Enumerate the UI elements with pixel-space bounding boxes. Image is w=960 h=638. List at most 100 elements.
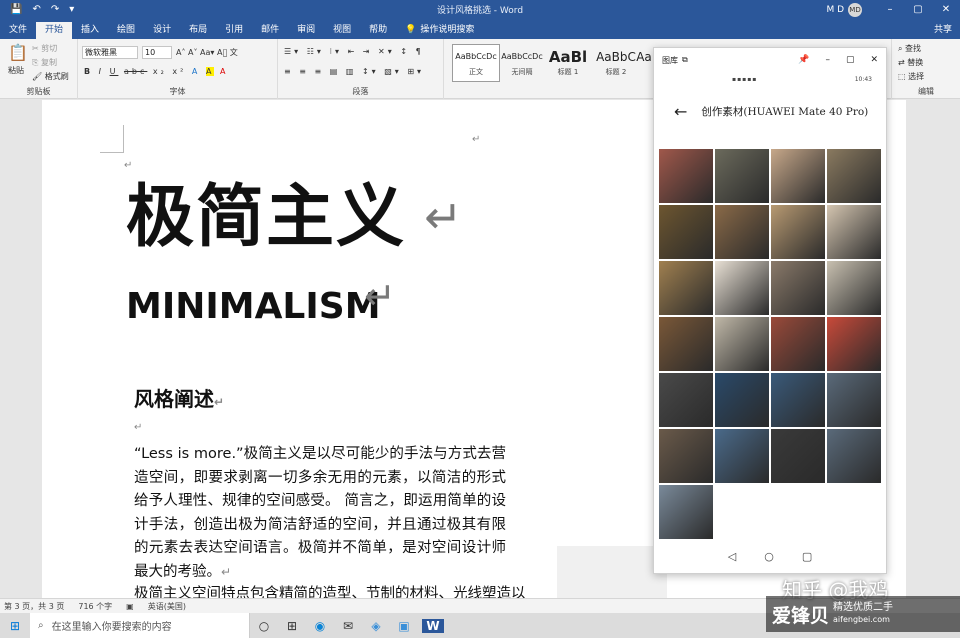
photo-thumbnail[interactable] (827, 317, 881, 371)
minimize-button[interactable]: – (876, 4, 904, 15)
share-button[interactable]: 共享 (934, 22, 952, 35)
mail-icon[interactable]: ✉ (334, 619, 362, 633)
superscript-button[interactable]: x² (172, 67, 186, 76)
font-name-select[interactable]: 微软雅黑 (82, 46, 138, 59)
photo-thumbnail[interactable] (659, 429, 713, 483)
photo-thumbnail[interactable] (659, 373, 713, 427)
paste-button[interactable]: 粘贴 (8, 65, 24, 76)
pin-icon[interactable]: 📌 (798, 55, 809, 65)
cut-button[interactable]: ✂ 剪切 (32, 43, 57, 54)
strikethrough-button[interactable]: abc (124, 67, 147, 76)
photo-thumbnail[interactable] (771, 205, 825, 259)
nav-home-icon[interactable]: ○ (764, 550, 774, 563)
highlight-button[interactable]: A (205, 67, 215, 76)
taskbar-search[interactable]: ⌕ 在这里输入你要搜索的内容 (30, 613, 250, 638)
proofing-icon[interactable]: ▣ (126, 602, 134, 611)
find-button[interactable]: ⌕ 查找 (898, 43, 921, 54)
nav-back-icon[interactable]: ◁ (728, 550, 736, 563)
photo-thumbnail[interactable] (827, 429, 881, 483)
tab-file[interactable]: 文件 (0, 22, 36, 39)
tab-references[interactable]: 引用 (216, 22, 252, 39)
photo-thumbnail[interactable] (715, 149, 769, 203)
photo-thumbnail[interactable] (715, 205, 769, 259)
maximize-button[interactable]: ▢ (904, 4, 932, 15)
bold-button[interactable]: B (84, 67, 93, 76)
undo-icon[interactable]: ↶ (32, 4, 40, 15)
format-painter-button[interactable]: 🖌 格式刷 (32, 71, 69, 82)
tab-layout[interactable]: 布局 (180, 22, 216, 39)
italic-button[interactable]: I (99, 67, 104, 76)
lightbulb-icon: 💡 (405, 25, 417, 35)
list-buttons[interactable]: ☰▾ ☷▾ ⁝▾ ⇤ ⇥ ✕▾ ↕ ¶ (284, 47, 424, 56)
customize-qat-icon[interactable]: ▾ (69, 4, 74, 15)
photo-thumbnail[interactable] (827, 373, 881, 427)
font-color-button[interactable]: A (220, 67, 228, 76)
font-size-select[interactable]: 10 (142, 46, 172, 59)
photo-thumbnail[interactable] (659, 485, 713, 539)
font-format-buttons[interactable]: B I U abc x₂ x² A A A (84, 67, 228, 76)
word-icon[interactable]: W (422, 618, 444, 633)
photo-thumbnail[interactable] (827, 261, 881, 315)
photo-thumbnail[interactable] (771, 429, 825, 483)
tab-help[interactable]: 帮助 (360, 22, 396, 39)
back-arrow-icon[interactable]: ← (674, 102, 687, 121)
tab-mailings[interactable]: 邮件 (252, 22, 288, 39)
photo-thumbnail[interactable] (771, 373, 825, 427)
gallery-window[interactable]: 图库 ⧉ 📌 – ▢ ✕ ▪▪▪▪▪ 10:43 ← 创作素材(HUAWEI M… (653, 47, 887, 574)
redo-icon[interactable]: ↷ (51, 4, 59, 15)
nav-recents-icon[interactable]: ▢ (802, 550, 812, 563)
photo-thumbnail[interactable] (827, 149, 881, 203)
tell-me-search[interactable]: 💡 操作说明搜索 (396, 22, 483, 39)
cortana-icon[interactable]: ○ (250, 619, 278, 633)
minimize-icon[interactable]: – (825, 55, 830, 65)
tab-insert[interactable]: 插入 (72, 22, 108, 39)
photo-thumbnail[interactable] (827, 205, 881, 259)
style-heading-2[interactable]: AaBbC 标题 2 (592, 44, 640, 82)
tab-draw[interactable]: 绘图 (108, 22, 144, 39)
tab-review[interactable]: 审阅 (288, 22, 324, 39)
user-name[interactable]: M D (826, 5, 844, 15)
close-button[interactable]: ✕ (932, 4, 960, 15)
photo-thumbnail[interactable] (715, 373, 769, 427)
avatar[interactable]: MD (848, 2, 862, 17)
page-count[interactable]: 第 3 页，共 3 页 (4, 601, 64, 612)
align-buttons[interactable]: ≡ ≡ ≡ ▤ ▥ ↕▾ ▧▾ ⊞▾ (284, 67, 424, 76)
subscript-button[interactable]: x₂ (153, 67, 167, 76)
style-no-spacing[interactable]: AaBbCcDc 无间隔 (498, 44, 546, 82)
app-icon[interactable]: ◈ (362, 619, 390, 633)
language[interactable]: 英语(美国) (148, 601, 186, 612)
photo-thumbnail[interactable] (659, 317, 713, 371)
photo-thumbnail[interactable] (715, 261, 769, 315)
photo-thumbnail[interactable] (771, 261, 825, 315)
underline-button[interactable]: U (110, 67, 119, 76)
photo-thumbnail[interactable] (771, 149, 825, 203)
select-button[interactable]: ⬚ 选择 (898, 71, 924, 82)
style-heading-1[interactable]: AaBl 标题 1 (544, 44, 592, 82)
style-more[interactable]: Aa (634, 44, 654, 82)
replace-button[interactable]: ⇄ 替换 (898, 57, 923, 68)
copy-button[interactable]: ⎘ 复制 (32, 57, 57, 68)
clipboard-label: 剪贴板 (26, 87, 51, 96)
style-normal[interactable]: AaBbCcDc 正文 (452, 44, 500, 82)
photo-thumbnail[interactable] (659, 261, 713, 315)
tab-view[interactable]: 视图 (324, 22, 360, 39)
window-mode-icon[interactable]: ⧉ (682, 55, 688, 65)
photo-thumbnail[interactable] (659, 149, 713, 203)
save-icon[interactable]: 💾 (10, 4, 22, 15)
photo-thumbnail[interactable] (771, 317, 825, 371)
start-icon[interactable]: ⊞ (0, 619, 30, 633)
photo-thumbnail[interactable] (715, 317, 769, 371)
tab-home[interactable]: 开始 (36, 22, 73, 39)
store-icon[interactable]: ▣ (390, 619, 418, 633)
task-view-icon[interactable]: ⊞ (278, 619, 306, 633)
photo-thumbnail[interactable] (715, 429, 769, 483)
grow-font-button[interactable]: A˄ A˅ Aa▾ A⃠ 文 (176, 47, 238, 58)
word-count[interactable]: 716 个字 (78, 601, 112, 612)
close-icon[interactable]: ✕ (870, 55, 878, 65)
edge-icon[interactable]: ◉ (306, 619, 334, 633)
paste-icon[interactable]: 📋 (8, 43, 28, 62)
text-effects-button[interactable]: A (192, 67, 200, 76)
maximize-icon[interactable]: ▢ (846, 55, 855, 65)
tab-design[interactable]: 设计 (144, 22, 180, 39)
photo-thumbnail[interactable] (659, 205, 713, 259)
